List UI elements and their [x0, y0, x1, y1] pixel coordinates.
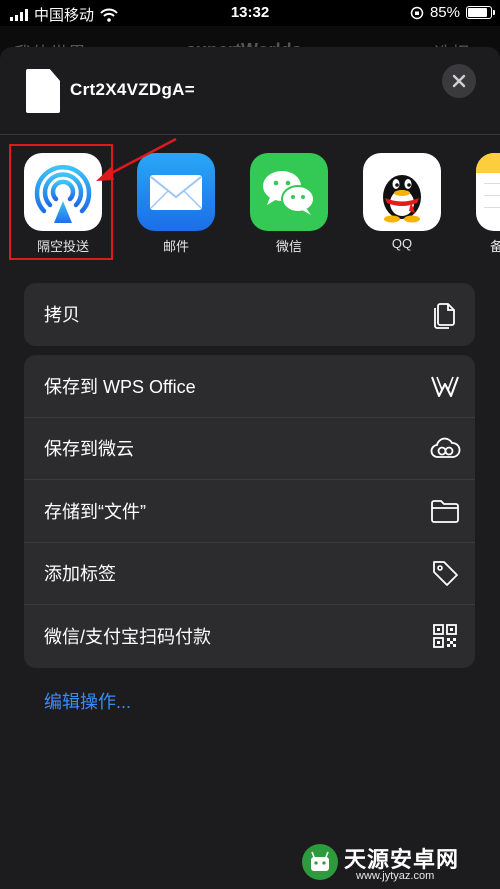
notes-icon	[476, 153, 500, 231]
action-save-files[interactable]: 存储到“文件”	[24, 480, 475, 543]
close-button[interactable]	[442, 64, 476, 98]
weiyun-cloud-icon	[430, 437, 461, 459]
app-wechat[interactable]: 微信	[250, 153, 328, 255]
action-label: 微信/支付宝扫码付款	[44, 627, 212, 648]
app-label: 备	[490, 239, 500, 254]
status-right: 85%	[410, 4, 495, 21]
copy-group: 拷贝	[24, 283, 475, 346]
watermark-logo-icon	[302, 844, 338, 880]
action-label: 存储到“文件”	[44, 501, 146, 522]
action-label: 添加标签	[44, 564, 116, 585]
app-notes[interactable]: 备	[476, 153, 500, 255]
file-name: Crt2X4VZDgA=	[70, 80, 195, 99]
app-qq[interactable]: QQ	[363, 153, 441, 251]
share-sheet-header: Crt2X4VZDgA=	[0, 47, 500, 135]
status-bar: 中国移动 13:32 85%	[0, 0, 500, 26]
action-scan-pay[interactable]: 微信/支付宝扫码付款	[24, 605, 475, 668]
orientation-lock-icon	[410, 6, 424, 19]
folder-icon	[431, 499, 459, 523]
app-mail[interactable]: 邮件	[137, 153, 215, 255]
mail-icon	[137, 153, 215, 231]
action-label: 拷贝	[44, 305, 80, 326]
highlight-box	[9, 144, 113, 260]
action-save-weiyun[interactable]: 保存到微云	[24, 418, 475, 480]
wps-icon	[431, 376, 459, 397]
document-icon	[26, 69, 60, 113]
app-label: QQ	[391, 236, 413, 251]
action-add-tag[interactable]: 添加标签	[24, 543, 475, 605]
action-save-wps[interactable]: 保存到 WPS Office	[24, 355, 475, 418]
qr-code-icon	[433, 624, 457, 649]
action-label: 保存到微云	[44, 439, 134, 460]
app-label: 微信	[275, 239, 302, 254]
watermark: 天源安卓网 www.jytyaz.com	[300, 838, 496, 886]
battery-icon	[466, 6, 495, 19]
action-label: 保存到 WPS Office	[44, 376, 196, 397]
qq-icon	[363, 153, 441, 231]
tag-icon	[433, 561, 458, 587]
copy-icon	[434, 303, 455, 330]
actions-group: 保存到 WPS Office 保存到微云 存储到“文件” 添加标签 微信/支付宝…	[24, 355, 475, 668]
app-label: 邮件	[162, 239, 189, 254]
edit-actions-link[interactable]: 编辑操作...	[44, 688, 131, 714]
action-copy[interactable]: 拷贝	[24, 283, 475, 346]
watermark-url: www.jytyaz.com	[356, 870, 435, 882]
close-icon	[452, 74, 466, 88]
wechat-icon	[250, 153, 328, 231]
battery-percent: 85%	[429, 4, 460, 21]
